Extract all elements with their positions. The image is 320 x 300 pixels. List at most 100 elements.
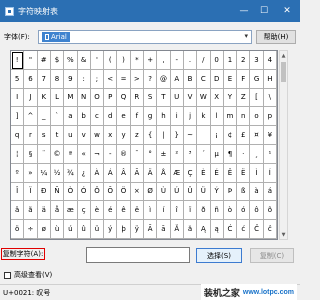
char-cell[interactable]: P — [104, 88, 118, 108]
char-cell[interactable]: Ò — [64, 182, 78, 202]
char-cell[interactable]: k — [197, 107, 211, 127]
char-cell[interactable]: é — [104, 201, 118, 221]
char-cell[interactable]: Y — [223, 88, 238, 108]
char-cell[interactable]: . — [183, 51, 198, 70]
char-cell[interactable]: 6 — [24, 69, 38, 89]
char-cell[interactable]: ą — [210, 220, 224, 239]
char-cell[interactable]: ) — [117, 51, 131, 70]
char-cell[interactable]: @ — [157, 69, 171, 89]
char-cell[interactable]: ê — [117, 201, 131, 221]
char-cell[interactable]: Ê — [223, 163, 238, 183]
char-cell[interactable]: q — [11, 126, 25, 145]
char-cell[interactable]: n — [237, 107, 251, 127]
char-cell[interactable]: ¸ — [250, 144, 264, 164]
char-cell[interactable]: 8 — [50, 69, 65, 89]
char-cell[interactable]: / — [197, 51, 211, 70]
char-cell[interactable]: " — [24, 51, 38, 70]
scroll-thumb[interactable] — [281, 62, 286, 82]
advanced-view-checkbox[interactable] — [4, 271, 11, 279]
char-cell[interactable]: 5 — [11, 69, 25, 89]
char-cell[interactable]: % — [64, 51, 78, 70]
char-cell[interactable]: M — [64, 88, 78, 108]
char-cell[interactable]: t — [50, 126, 65, 145]
char-cell[interactable]: ¼ — [37, 163, 51, 183]
char-cell[interactable]: U — [170, 88, 184, 108]
char-cell[interactable]: À — [90, 163, 105, 183]
char-cell[interactable]: « — [77, 144, 91, 164]
char-cell[interactable]: µ — [210, 144, 224, 164]
char-cell[interactable]: b — [77, 107, 91, 127]
char-cell[interactable]: ¤ — [250, 126, 264, 145]
char-cell[interactable]: V — [183, 88, 198, 108]
char-cell[interactable]: d — [104, 107, 118, 127]
char-cell[interactable]: ö — [11, 220, 25, 239]
char-cell[interactable]: ÷ — [24, 220, 38, 239]
char-cell[interactable]: c — [90, 107, 105, 127]
char-cell[interactable]: ? — [144, 69, 158, 89]
char-cell[interactable]: ¿ — [77, 163, 91, 183]
char-cell[interactable]: z — [130, 126, 144, 145]
char-cell[interactable]: - — [170, 51, 184, 70]
char-cell[interactable]: Ó — [77, 182, 91, 202]
char-cell[interactable]: # — [37, 51, 51, 70]
char-cell[interactable]: X — [210, 88, 224, 108]
char-cell[interactable] — [197, 126, 211, 145]
char-cell[interactable]: | — [157, 126, 171, 145]
char-cell[interactable]: I — [11, 88, 25, 108]
char-cell[interactable]: : — [77, 69, 91, 89]
char-cell[interactable]: ¥ — [263, 126, 277, 145]
char-cell[interactable]: ¯ — [130, 144, 144, 164]
char-cell[interactable]: F — [237, 69, 251, 89]
char-cell[interactable]: Ç — [183, 163, 198, 183]
char-cell[interactable]: ² — [170, 144, 184, 164]
char-cell[interactable]: Ý — [210, 182, 224, 202]
char-cell[interactable]: ! — [11, 51, 25, 70]
char-cell[interactable]: á — [263, 182, 277, 202]
char-cell[interactable]: ć — [237, 220, 251, 239]
char-cell[interactable]: 7 — [37, 69, 51, 89]
char-cell[interactable]: Ö — [117, 182, 131, 202]
char-cell[interactable]: K — [37, 88, 51, 108]
char-cell[interactable]: ð — [197, 201, 211, 221]
char-cell[interactable]: ú — [64, 220, 78, 239]
char-cell[interactable]: i — [170, 107, 184, 127]
char-cell[interactable]: e — [117, 107, 131, 127]
char-cell[interactable]: x — [104, 126, 118, 145]
char-cell[interactable]: ã — [24, 201, 38, 221]
char-cell[interactable]: R — [130, 88, 144, 108]
char-cell[interactable]: Â — [117, 163, 131, 183]
char-cell[interactable]: Ì — [250, 163, 264, 183]
char-cell[interactable]: î — [170, 201, 184, 221]
char-cell[interactable]: à — [250, 182, 264, 202]
char-cell[interactable]: \ — [263, 88, 277, 108]
char-cell[interactable]: ° — [144, 144, 158, 164]
char-cell[interactable]: m — [223, 107, 238, 127]
char-cell[interactable]: 1 — [223, 51, 238, 70]
char-cell[interactable]: » — [24, 163, 38, 183]
char-cell[interactable]: × — [130, 182, 144, 202]
char-cell[interactable]: Û — [183, 182, 198, 202]
char-cell[interactable]: ] — [11, 107, 25, 127]
char-cell[interactable]: è — [90, 201, 105, 221]
char-cell[interactable]: H — [263, 69, 277, 89]
char-cell[interactable]: © — [50, 144, 65, 164]
char-cell[interactable]: Æ — [170, 163, 184, 183]
select-button[interactable]: 选择(S) — [196, 248, 242, 263]
char-cell[interactable]: º — [11, 163, 25, 183]
char-cell[interactable]: ¾ — [64, 163, 78, 183]
char-cell[interactable]: G — [250, 69, 264, 89]
char-cell[interactable]: å — [50, 201, 65, 221]
char-cell[interactable]: ¦ — [11, 144, 25, 164]
char-cell[interactable]: < — [104, 69, 118, 89]
char-cell[interactable]: ü — [90, 220, 105, 239]
char-cell[interactable]: æ — [64, 201, 78, 221]
advanced-view-row[interactable]: 高级查看(V) — [4, 270, 52, 280]
char-cell[interactable]: T — [157, 88, 171, 108]
char-cell[interactable]: & — [77, 51, 91, 70]
char-cell[interactable]: í — [157, 201, 171, 221]
char-cell[interactable]: $ — [50, 51, 65, 70]
font-select[interactable]: Arial ▾ — [38, 30, 252, 44]
char-cell[interactable]: ä — [37, 201, 51, 221]
char-cell[interactable]: W — [197, 88, 211, 108]
char-cell[interactable]: ì — [144, 201, 158, 221]
